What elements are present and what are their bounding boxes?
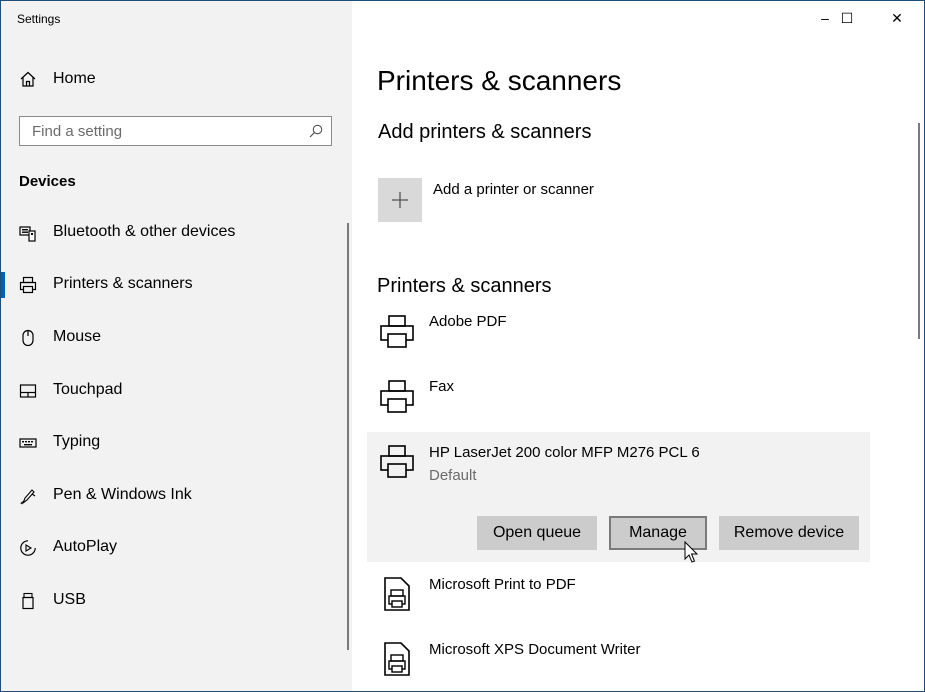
sidebar-item-label: Mouse bbox=[53, 328, 102, 345]
printer-name: Adobe PDF bbox=[429, 313, 507, 330]
search-icon bbox=[309, 124, 323, 138]
sidebar-item-label: Printers & scanners bbox=[53, 275, 193, 292]
open-queue-button[interactable]: Open queue bbox=[477, 516, 597, 550]
printer-name: Microsoft Print to PDF bbox=[429, 576, 576, 593]
printer-name: HP LaserJet 200 color MFP M276 PCL 6 bbox=[429, 444, 700, 461]
section-label-devices: Devices bbox=[19, 173, 76, 190]
sidebar-item-pen[interactable]: Pen & Windows Ink bbox=[1, 472, 346, 520]
settings-window: Settings Home Find a setting Devices Blu… bbox=[0, 0, 925, 692]
printer-item-adobe-pdf[interactable]: Adobe PDF bbox=[367, 311, 870, 375]
search-input[interactable]: Find a setting bbox=[19, 116, 332, 146]
search-placeholder: Find a setting bbox=[32, 123, 123, 140]
printer-item-fax[interactable]: Fax bbox=[367, 376, 870, 440]
sidebar-item-typing[interactable]: Typing bbox=[1, 419, 346, 467]
document-printer-icon bbox=[384, 642, 410, 676]
sidebar-item-printers[interactable]: Printers & scanners bbox=[1, 261, 346, 309]
sidebar-item-label: Pen & Windows Ink bbox=[53, 486, 192, 503]
printer-icon bbox=[19, 276, 37, 294]
autoplay-icon bbox=[20, 540, 36, 556]
home-label: Home bbox=[53, 70, 96, 87]
sidebar-item-label: USB bbox=[53, 591, 86, 608]
printer-icon bbox=[380, 445, 414, 478]
home-icon bbox=[20, 71, 36, 87]
printer-icon bbox=[380, 380, 414, 413]
main-content: Printers & scanners Add printers & scann… bbox=[353, 1, 924, 691]
app-title: Settings bbox=[17, 12, 61, 26]
sidebar-item-label: Bluetooth & other devices bbox=[53, 223, 236, 240]
sidebar-item-touchpad[interactable]: Touchpad bbox=[1, 367, 346, 415]
touchpad-icon bbox=[19, 384, 37, 398]
keyboard-icon bbox=[19, 438, 37, 448]
page-title: Printers & scanners bbox=[377, 65, 622, 96]
usb-icon bbox=[22, 592, 34, 610]
printer-status: Default bbox=[429, 467, 477, 484]
bluetooth-devices-icon bbox=[19, 226, 36, 242]
add-section-title: Add printers & scanners bbox=[378, 121, 592, 143]
sidebar-home[interactable]: Home bbox=[1, 59, 352, 99]
sidebar-item-mouse[interactable]: Mouse bbox=[1, 314, 346, 362]
sidebar-scrollbar[interactable] bbox=[347, 223, 349, 650]
add-printer-label[interactable]: Add a printer or scanner bbox=[433, 181, 594, 198]
printers-list-title: Printers & scanners bbox=[377, 275, 552, 297]
printer-item-ms-xps-writer[interactable]: Microsoft XPS Document Writer bbox=[367, 639, 870, 691]
sidebar-item-usb[interactable]: USB bbox=[1, 577, 346, 625]
sidebar: Settings Home Find a setting Devices Blu… bbox=[1, 1, 352, 691]
printer-icon bbox=[380, 315, 414, 348]
main-scrollbar[interactable] bbox=[918, 123, 920, 339]
pen-icon bbox=[20, 489, 36, 505]
document-printer-icon bbox=[384, 577, 410, 611]
sidebar-item-label: Typing bbox=[53, 433, 101, 450]
remove-device-button[interactable]: Remove device bbox=[719, 516, 859, 550]
sidebar-item-autoplay[interactable]: AutoPlay bbox=[1, 524, 346, 572]
mouse-cursor-icon bbox=[684, 541, 699, 563]
plus-icon bbox=[392, 192, 408, 208]
sidebar-item-label: AutoPlay bbox=[53, 538, 118, 555]
printer-item-hp-laserjet[interactable]: HP LaserJet 200 color MFP M276 PCL 6 Def… bbox=[367, 432, 870, 562]
printer-name: Fax bbox=[429, 378, 455, 395]
printer-item-ms-print-to-pdf[interactable]: Microsoft Print to PDF bbox=[367, 574, 870, 638]
sidebar-item-bluetooth[interactable]: Bluetooth & other devices bbox=[1, 209, 346, 257]
add-printer-button[interactable] bbox=[378, 178, 422, 222]
mouse-icon bbox=[22, 329, 34, 347]
printer-name: Microsoft XPS Document Writer bbox=[429, 641, 641, 658]
sidebar-item-label: Touchpad bbox=[53, 381, 123, 398]
